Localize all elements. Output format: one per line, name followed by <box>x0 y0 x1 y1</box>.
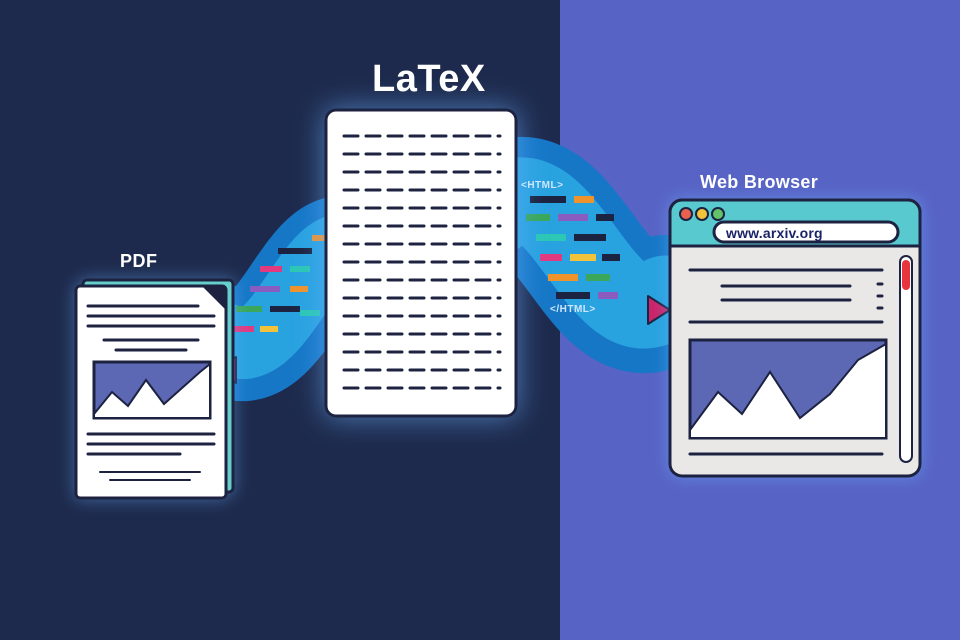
url-text: www.arxiv.org <box>726 225 823 241</box>
pdf-label: PDF <box>120 251 158 272</box>
pdf-chart-icon <box>94 362 210 418</box>
traffic-lights-icon <box>680 208 724 220</box>
scrollbar-icon <box>900 256 912 462</box>
browser-chart-icon <box>690 340 886 438</box>
browser-window <box>670 200 920 476</box>
pdf-document <box>76 280 233 498</box>
latex-label: LaTeX <box>372 58 486 101</box>
browser-label: Web Browser <box>700 172 818 193</box>
latex-document <box>326 110 516 416</box>
html-open-tag: <HTML> <box>521 180 563 191</box>
html-close-tag: </HTML> <box>550 304 596 315</box>
